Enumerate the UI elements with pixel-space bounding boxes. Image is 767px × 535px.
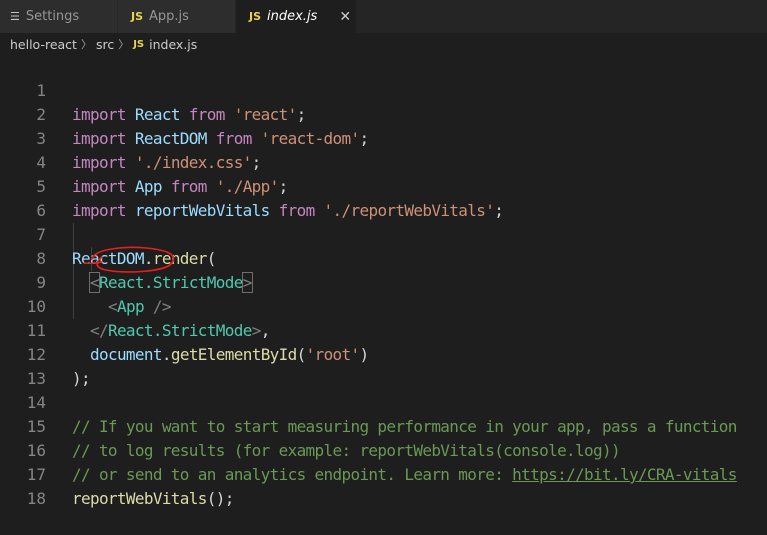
code-line: 11 document.getElementById('root') — [0, 295, 767, 364]
code-line: 12 ); — [0, 319, 767, 388]
tab-label: App.js — [149, 9, 189, 24]
breadcrumb: hello-react 〉 src 〉 JS index.js — [0, 33, 767, 55]
red-circle-annotation — [83, 246, 175, 273]
code-line: 4 import App from './App'; — [0, 127, 767, 196]
js-file-icon: JS — [249, 10, 262, 23]
menu-icon: ☰ — [10, 10, 20, 23]
breadcrumb-folder[interactable]: hello-react — [10, 37, 77, 52]
breadcrumb-subfolder[interactable]: src — [96, 37, 114, 52]
tab-index-js[interactable]: JS index.js ✕ — [236, 0, 357, 33]
line-number: 18 — [26, 489, 46, 508]
tab-label: index.js — [267, 9, 318, 24]
tab-label: Settings — [25, 9, 80, 24]
code-line: 14 // If you want to start measuring per… — [0, 367, 767, 436]
close-icon[interactable]: ✕ — [339, 9, 351, 25]
code-line: 2 import ReactDOM from 'react-dom'; — [0, 79, 767, 148]
code-editor[interactable]: 1 import React from 'react'; 2 import Re… — [0, 55, 767, 508]
js-file-icon: JS — [133, 38, 145, 50]
code-line: 5 import reportWebVitals from './reportW… — [0, 151, 767, 220]
code-line: 7 ReactDOM.render( — [0, 199, 767, 268]
chevron-right-icon: 〉 — [118, 38, 130, 51]
code-line: 8 <React.StrictMode> — [0, 223, 767, 293]
code-line: 6 — [0, 175, 767, 220]
code-line: 17 reportWebVitals(); — [0, 439, 767, 508]
js-file-icon: JS — [131, 10, 144, 23]
breadcrumb-file[interactable]: index.js — [149, 37, 197, 52]
code-line: 3 import './index.css'; — [0, 103, 767, 172]
tab-bar: ☰ Settings JS App.js JS index.js ✕ — [0, 0, 767, 33]
tab-app-js[interactable]: JS App.js — [118, 0, 236, 33]
code-line: 18 — [0, 463, 767, 508]
code-line: 13 — [0, 343, 767, 388]
tab-settings[interactable]: ☰ Settings — [0, 0, 118, 33]
code-line: 1 import React from 'react'; — [0, 55, 767, 124]
code-line: 15 // to log results (for example: repor… — [0, 391, 767, 460]
chevron-right-icon: 〉 — [80, 38, 92, 51]
code-line: 16 // or send to an analytics endpoint. … — [0, 415, 767, 484]
